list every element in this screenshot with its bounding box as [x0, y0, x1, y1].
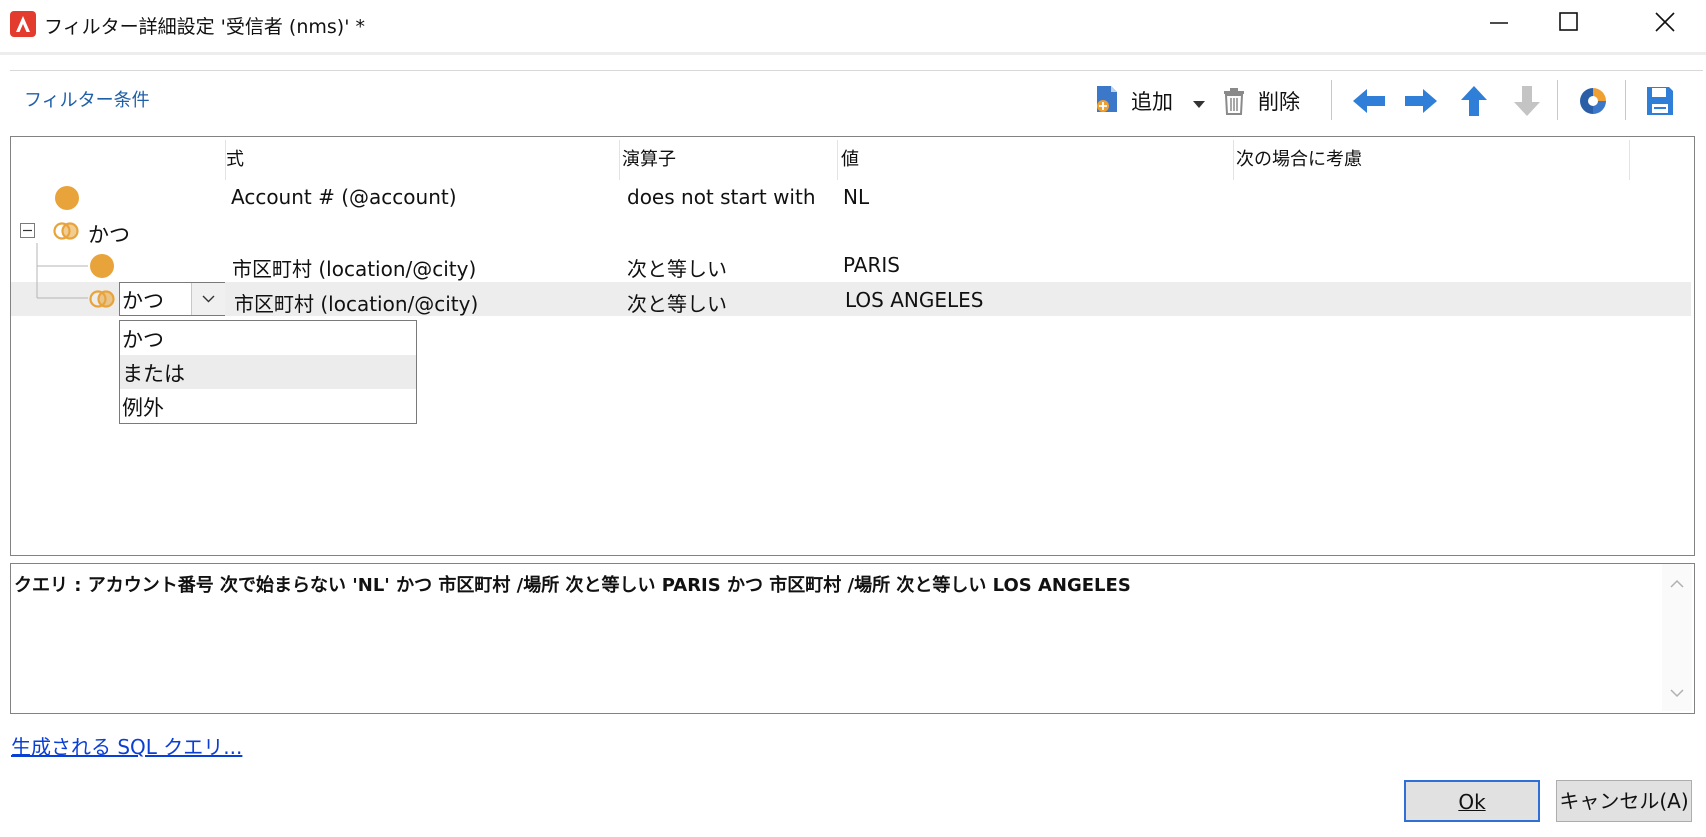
- add-icon[interactable]: [1093, 84, 1121, 114]
- column-header-operator[interactable]: 演算子: [622, 145, 676, 171]
- close-button[interactable]: [1634, 0, 1694, 50]
- filter-conditions-label: フィルター条件: [24, 90, 150, 111]
- add-button[interactable]: 追加: [1131, 86, 1173, 116]
- app-logo-icon: [10, 11, 36, 37]
- column-separator: [1629, 140, 1630, 180]
- column-separator: [1233, 140, 1234, 180]
- toolbar: [10, 70, 1703, 123]
- toolbar-divider: [1625, 80, 1626, 120]
- window-title: フィルター詳細設定 '受信者 (nms)' *: [44, 16, 365, 38]
- dropdown-option-except[interactable]: 例外: [122, 392, 164, 422]
- ok-button-label: Ok: [1458, 790, 1486, 814]
- ok-button[interactable]: Ok: [1404, 780, 1540, 822]
- arrow-left-icon[interactable]: [1351, 86, 1387, 116]
- column-separator: [619, 140, 620, 180]
- row4-operator[interactable]: 次と等しい: [627, 288, 727, 317]
- delete-button[interactable]: 削除: [1258, 86, 1300, 116]
- maximize-button[interactable]: [1538, 0, 1598, 50]
- row4-expression[interactable]: 市区町村 (location/@city): [234, 288, 478, 317]
- group-node-icon: [89, 286, 115, 312]
- trash-icon[interactable]: [1221, 86, 1247, 116]
- arrow-down-icon[interactable]: [1512, 84, 1542, 118]
- generated-sql-link[interactable]: 生成される SQL クエリ...: [11, 731, 242, 760]
- distribution-icon[interactable]: [1577, 85, 1609, 117]
- row1-expression[interactable]: Account # (@account): [231, 185, 457, 209]
- group-node-icon: [53, 218, 79, 244]
- condition-node-icon: [90, 254, 114, 278]
- column-header-consider-when[interactable]: 次の場合に考慮: [1236, 145, 1362, 171]
- save-icon[interactable]: [1645, 85, 1675, 117]
- dropdown-option-or[interactable]: または: [122, 358, 185, 388]
- chevron-down-icon[interactable]: [191, 283, 225, 315]
- cancel-button[interactable]: キャンセル(A): [1556, 780, 1692, 822]
- arrow-right-icon[interactable]: [1403, 86, 1439, 116]
- minimize-button[interactable]: [1468, 0, 1528, 50]
- query-text: クエリ : アカウント番号 次で始まらない 'NL' かつ 市区町村 /場所 次…: [14, 575, 1131, 596]
- row1-value[interactable]: NL: [843, 185, 869, 209]
- collapse-icon[interactable]: [20, 223, 35, 238]
- logic-operator-combo-value[interactable]: かつ: [122, 285, 164, 315]
- title-separator: [0, 52, 1706, 55]
- group-label[interactable]: かつ: [88, 219, 130, 249]
- row3-expression[interactable]: 市区町村 (location/@city): [232, 253, 476, 282]
- toolbar-divider: [1331, 80, 1332, 120]
- cancel-button-label: キャンセル(A): [1559, 789, 1689, 813]
- dropdown-option-and[interactable]: かつ: [122, 324, 164, 354]
- condition-node-icon: [55, 186, 79, 210]
- query-scrollbar[interactable]: [1662, 564, 1692, 711]
- column-separator: [837, 140, 838, 180]
- row3-value[interactable]: PARIS: [843, 253, 900, 277]
- arrow-up-icon[interactable]: [1459, 84, 1489, 118]
- row4-value[interactable]: LOS ANGELES: [845, 288, 983, 312]
- column-header-expression[interactable]: 式: [226, 145, 244, 171]
- row3-operator[interactable]: 次と等しい: [627, 253, 727, 282]
- toolbar-divider: [1557, 80, 1558, 120]
- column-header-value[interactable]: 値: [841, 145, 859, 171]
- dropdown-arrow-icon[interactable]: [1192, 95, 1206, 108]
- row1-operator[interactable]: does not start with: [627, 185, 816, 209]
